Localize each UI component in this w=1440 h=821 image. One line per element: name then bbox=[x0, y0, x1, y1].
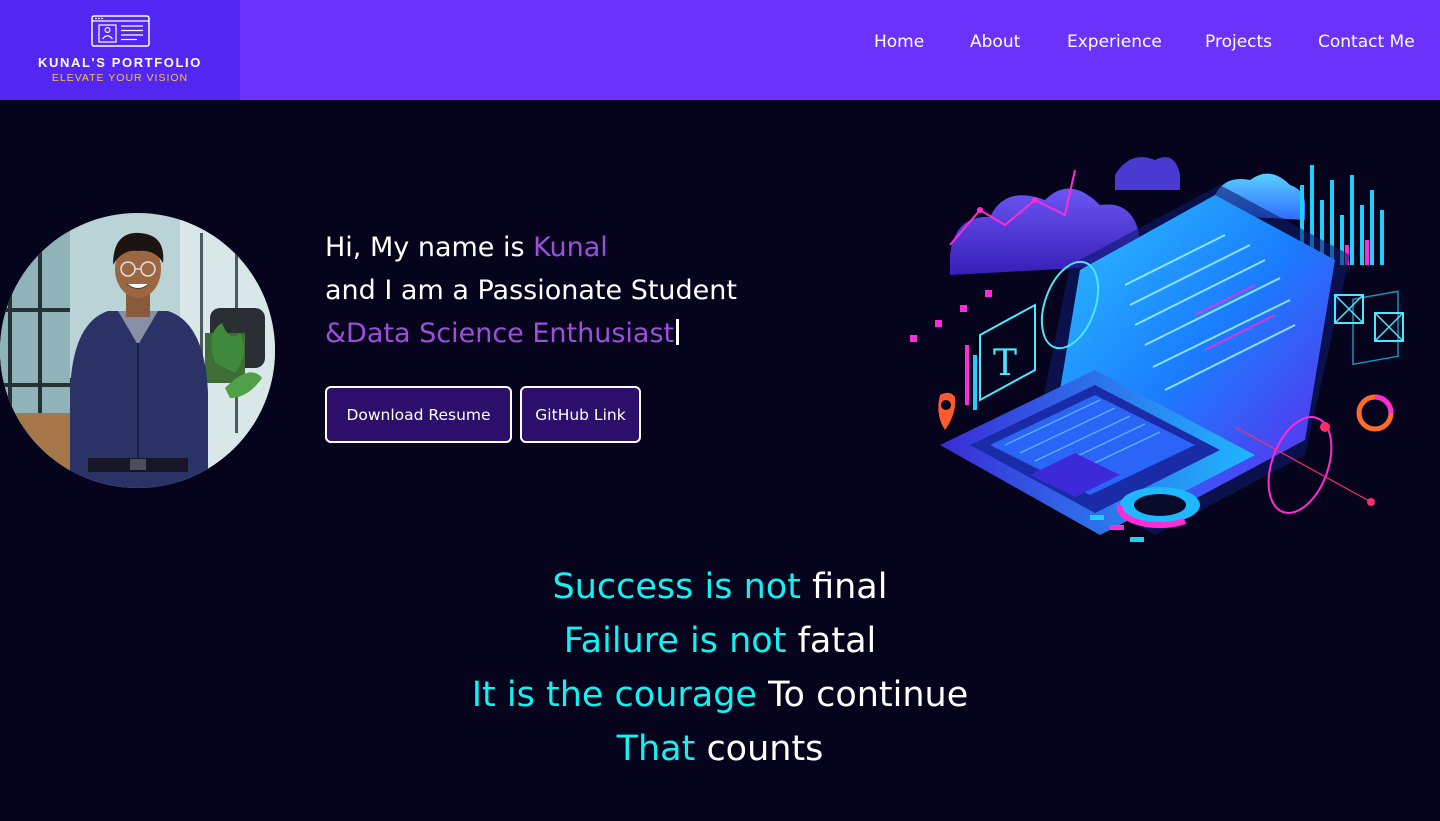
quote-highlight: Failure is not bbox=[563, 621, 787, 661]
motivational-quote: Success is not final Failure is not fata… bbox=[0, 560, 1440, 776]
intro-typing-line: &Data Science Enthusiast bbox=[325, 312, 885, 355]
nav-home[interactable]: Home bbox=[874, 32, 924, 52]
typed-role-text: &Data Science Enthusiast bbox=[325, 318, 675, 349]
intro-line-2: and I am a Passionate Student bbox=[325, 275, 737, 306]
quote-rest: fatal bbox=[797, 621, 877, 661]
svg-text:T: T bbox=[993, 343, 1017, 384]
typing-cursor bbox=[676, 319, 680, 345]
nav-projects[interactable]: Projects bbox=[1205, 32, 1272, 52]
quote-highlight: It is the courage bbox=[471, 675, 757, 715]
name-highlight: Kunal bbox=[533, 232, 608, 263]
quote-rest: final bbox=[812, 567, 888, 607]
profile-photo bbox=[0, 213, 275, 488]
quote-line-3: It is the courage To continue bbox=[0, 668, 1440, 722]
main-nav: Home About Experience Projects Contact M… bbox=[0, 32, 1440, 58]
greeting-text: Hi, My name is bbox=[325, 232, 534, 263]
nav-contact-me[interactable]: Contact Me bbox=[1318, 32, 1415, 52]
github-link-button[interactable]: GitHub Link bbox=[520, 386, 641, 443]
intro-greeting-line: Hi, My name is Kunal bbox=[325, 226, 885, 269]
quote-line-1: Success is not final bbox=[0, 560, 1440, 614]
intro-text: Hi, My name is Kunal and I am a Passiona… bbox=[325, 226, 885, 355]
quote-rest: counts bbox=[706, 729, 824, 769]
quote-highlight: Success is not bbox=[552, 567, 801, 607]
quote-highlight: That bbox=[616, 729, 696, 769]
download-resume-button[interactable]: Download Resume bbox=[325, 386, 512, 443]
nav-experience[interactable]: Experience bbox=[1067, 32, 1162, 52]
quote-line-2: Failure is not fatal bbox=[0, 614, 1440, 668]
nav-about[interactable]: About bbox=[970, 32, 1020, 52]
quote-rest: To continue bbox=[768, 675, 969, 715]
quote-line-4: That counts bbox=[0, 722, 1440, 776]
data-science-illustration: T bbox=[910, 157, 1404, 542]
logo-tagline: ELEVATE YOUR VISION bbox=[51, 72, 189, 84]
top-navbar: KUNAL'S PORTFOLIO ELEVATE YOUR VISION Ho… bbox=[0, 0, 1440, 100]
